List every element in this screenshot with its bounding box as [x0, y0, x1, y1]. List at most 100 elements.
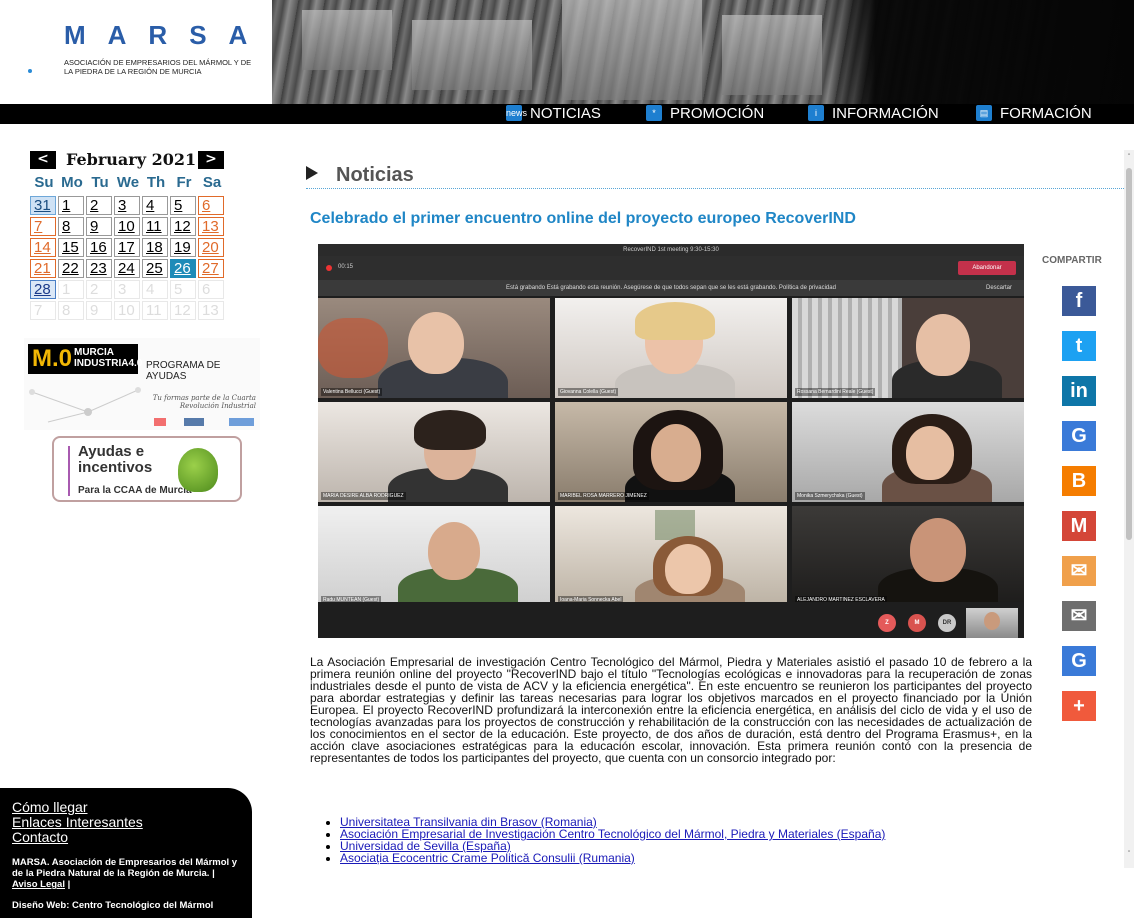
calendar-day[interactable]: 7 [30, 217, 56, 236]
calendar-day[interactable]: 2 [86, 280, 112, 299]
weekday: Mo [61, 174, 83, 191]
calendar-day[interactable]: 9 [86, 217, 112, 236]
share-twitter-icon[interactable]: t [1062, 331, 1096, 361]
calendar-day[interactable]: 8 [58, 217, 84, 236]
calendar-prev-button[interactable]: < [30, 151, 56, 169]
calendar-day: 11 [142, 301, 168, 320]
nav-promocion[interactable]: * PROMOCIÓN [646, 102, 764, 124]
main-content: Noticias Celebrado el primer encuentro o… [288, 150, 1124, 868]
calendar-next-button[interactable]: > [198, 151, 224, 169]
share-linkedin-icon[interactable]: in [1062, 376, 1096, 406]
video-tile: Rossana Bernardini Reale (Guest) [792, 298, 1024, 398]
calendar-day[interactable]: 11 [142, 217, 168, 236]
partner-link[interactable]: Asociația Ecocentric Crame Politică Cons… [340, 851, 635, 865]
recording-notice: Está grabando Está grabando esta reunión… [318, 280, 1024, 296]
footer-link-como-llegar[interactable]: Cómo llegar [12, 800, 240, 815]
calendar-day[interactable]: 16 [86, 238, 112, 257]
calendar-day[interactable]: 20 [198, 238, 224, 257]
header-banner-photo [272, 0, 1134, 104]
calendar-day[interactable]: 1 [58, 280, 84, 299]
sponsor-logos [154, 418, 254, 426]
section-divider [306, 188, 1124, 189]
calendar-day[interactable]: 2 [86, 196, 112, 215]
ayudas-subtitle: Para la CCAA de Murcia [78, 485, 192, 496]
calendar-day[interactable]: 24 [114, 259, 140, 278]
share-translate-icon[interactable]: G [1062, 646, 1096, 676]
nav-formacion[interactable]: ▤ FORMACIÓN [976, 102, 1092, 124]
calendar-day[interactable]: 23 [86, 259, 112, 278]
calendar-day[interactable]: 14 [30, 238, 56, 257]
window-title: RecoverIND 1st meeting 9:30-15:30 [318, 244, 1024, 256]
network-graphic [29, 387, 141, 423]
calendar-day[interactable]: 22 [58, 259, 84, 278]
calendar-days: 31 1 2 3 4 5 6 7 8 9 10 11 12 13 14 15 16 17 18 19 20 21 22 23 2… [30, 196, 228, 320]
leave-meeting-button: Abandonar [958, 261, 1016, 275]
calendar-day[interactable]: 19 [170, 238, 196, 257]
weekday: Tu [91, 174, 109, 191]
calendar-day[interactable]: 4 [142, 196, 168, 215]
murcia-industria-ad[interactable]: M.0 MURCIA INDUSTRIA4.0 PROGRAMA DE AYUDA… [24, 338, 260, 430]
calendar-day[interactable]: 6 [198, 196, 224, 215]
video-tile: Monika Szmerychska (Guest) [792, 402, 1024, 502]
calendar-day[interactable]: 31 [30, 196, 56, 215]
calendar-day[interactable]: 28 [30, 280, 56, 299]
calendar-day[interactable]: 4 [142, 280, 168, 299]
participant-avatar: DR [938, 614, 956, 632]
article-title: Celebrado el primer encuentro online del… [310, 210, 856, 227]
calendar-day[interactable]: 27 [198, 259, 224, 278]
calendar-day[interactable]: 12 [170, 217, 196, 236]
calendar-day: 8 [58, 301, 84, 320]
calendar-day[interactable]: 5 [170, 196, 196, 215]
calendar-day[interactable]: 3 [114, 280, 140, 299]
participant-avatar: Z [878, 614, 896, 632]
share-email-icon[interactable]: ✉ [1062, 556, 1096, 586]
scrollbar-thumb[interactable] [1126, 168, 1132, 540]
video-tile: MARIBEL ROSA MARRERO JIMENEZ [555, 402, 787, 502]
calendar-day[interactable]: 17 [114, 238, 140, 257]
site-logo[interactable]: MARSA ASOCIACIÓN DE EMPRESARIOS DEL MÁRM… [0, 0, 272, 104]
calendar-weekdays: Su Mo Tu We Th Fr Sa [30, 174, 228, 194]
share-mail-icon[interactable]: ✉ [1062, 601, 1096, 631]
share-facebook-icon[interactable]: f [1062, 286, 1096, 316]
calendar: < February 2021 > Su Mo Tu We Th Fr Sa 3… [30, 150, 228, 320]
book-icon: ▤ [976, 105, 992, 121]
nav-label: PROMOCIÓN [670, 104, 765, 122]
calendar-day[interactable]: 15 [58, 238, 84, 257]
calendar-day[interactable]: 21 [30, 259, 56, 278]
calendar-day[interactable]: 1 [58, 196, 84, 215]
ayudas-incentivos-ad[interactable]: Ayudas e incentivos Para la CCAA de Murc… [52, 436, 242, 502]
nav-noticias[interactable]: news NOTICIAS [506, 102, 601, 124]
footer: Cómo llegar Enlaces Interesantes Contact… [0, 788, 252, 918]
video-tile: MARIA DESIRE ALBA RODRIGUEZ [318, 402, 550, 502]
programa-ayudas-label: PROGRAMA DE AYUDAS [146, 360, 221, 382]
calendar-day[interactable]: 25 [142, 259, 168, 278]
meeting-toolbar: 00:15 [318, 256, 1024, 280]
calendar-day: 9 [86, 301, 112, 320]
info-icon: i [808, 105, 824, 121]
nav-informacion[interactable]: i INFORMACIÓN [808, 102, 939, 124]
calendar-day[interactable]: 5 [170, 280, 196, 299]
nav-label: NOTICIAS [530, 104, 601, 122]
partners-list: Universitatea Transilvania din Brasov (R… [328, 816, 1048, 864]
video-tile: Ioana-Maria Sonnecka Abel [555, 506, 787, 606]
calendar-day[interactable]: 26 [170, 259, 196, 278]
weekday: We [116, 174, 140, 191]
scroll-down-icon[interactable]: ˅ [1124, 850, 1134, 862]
aviso-legal-link[interactable]: Aviso Legal [12, 879, 65, 890]
plant-icon [178, 448, 218, 492]
weekday: Fr [176, 174, 192, 191]
footer-link-contacto[interactable]: Contacto [12, 830, 240, 845]
share-google-icon[interactable]: G [1062, 421, 1096, 451]
calendar-day[interactable]: 6 [198, 280, 224, 299]
scroll-up-icon[interactable]: ˄ [1124, 153, 1134, 165]
footer-link-enlaces[interactable]: Enlaces Interesantes [12, 815, 240, 830]
share-more-icon[interactable]: + [1062, 691, 1096, 721]
calendar-day[interactable]: 10 [114, 217, 140, 236]
calendar-day[interactable]: 3 [114, 196, 140, 215]
share-blogger-icon[interactable]: B [1062, 466, 1096, 496]
calendar-day[interactable]: 13 [198, 217, 224, 236]
nav-label: FORMACIÓN [1000, 104, 1092, 122]
footer-design-credit: Diseño Web: Centro Tecnológico del Mármo… [12, 900, 214, 911]
calendar-day[interactable]: 18 [142, 238, 168, 257]
share-gmail-icon[interactable]: M [1062, 511, 1096, 541]
